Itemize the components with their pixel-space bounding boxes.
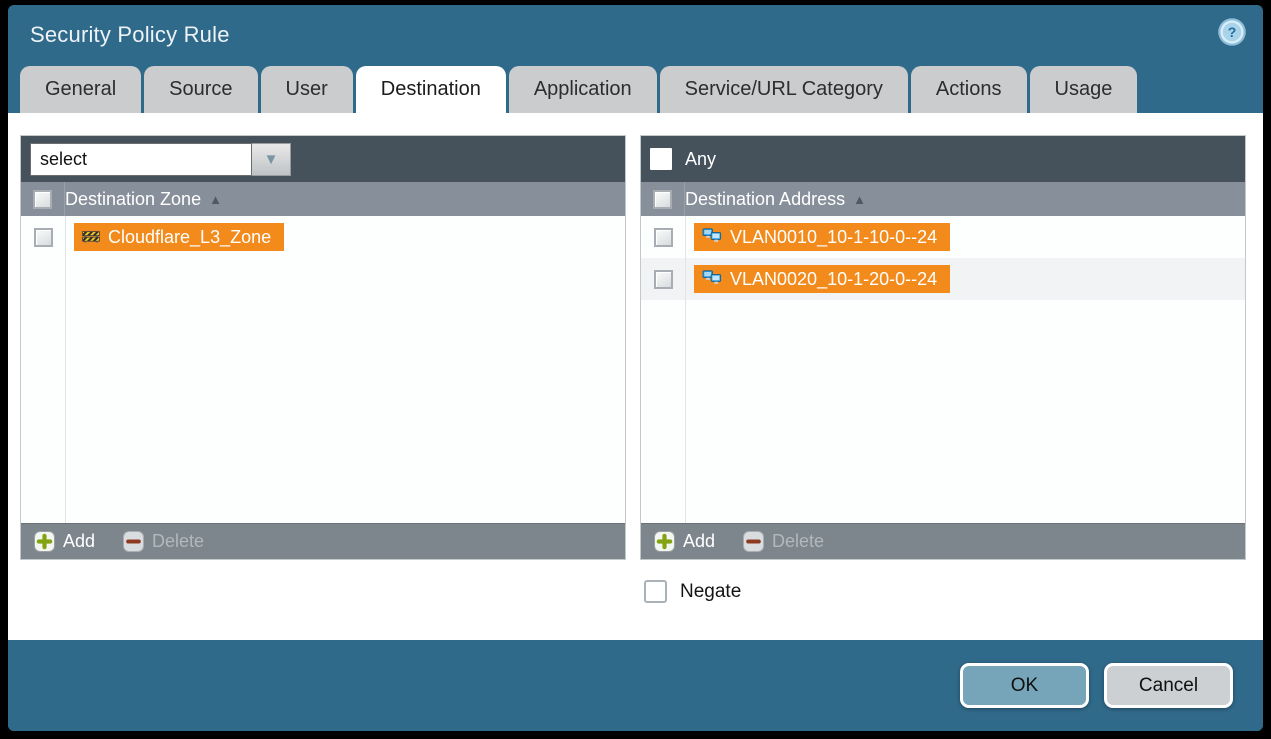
- zone-select-input[interactable]: [30, 143, 252, 176]
- address-select-all-checkbox[interactable]: [653, 190, 672, 209]
- tab-usage[interactable]: Usage: [1030, 66, 1138, 113]
- delete-label: Delete: [772, 531, 824, 552]
- minus-icon: [743, 531, 764, 552]
- network-address-icon: [702, 227, 722, 248]
- destination-tab-content: ▼ Destination Zone ▲: [8, 113, 1263, 640]
- help-icon[interactable]: ?: [1217, 17, 1247, 47]
- any-checkbox[interactable]: [650, 148, 672, 170]
- screen: Security Policy Rule ? General Source Us…: [0, 0, 1271, 739]
- row-checkbox[interactable]: [654, 270, 673, 289]
- negate-label: Negate: [680, 581, 741, 603]
- destination-zone-panel: ▼ Destination Zone ▲: [20, 135, 626, 560]
- network-address-icon: [702, 269, 722, 290]
- add-label: Add: [63, 531, 95, 552]
- tab-destination[interactable]: Destination: [356, 66, 506, 113]
- minus-icon: [123, 531, 144, 552]
- add-address-button[interactable]: Add: [654, 531, 715, 552]
- plus-icon: [34, 531, 55, 552]
- zone-toolbar: Add Delete: [21, 523, 625, 559]
- zone-column-header: Destination Zone ▲: [21, 182, 625, 216]
- negate-checkbox[interactable]: [644, 580, 667, 603]
- zone-list: Cloudflare_L3_Zone: [21, 216, 625, 523]
- row-checkbox-cell: [641, 258, 685, 300]
- negate-row: Negate: [644, 580, 1246, 603]
- address-column-header: Destination Address ▲: [641, 182, 1245, 216]
- plus-icon: [654, 531, 675, 552]
- tab-bar: General Source User Destination Applicat…: [8, 65, 1263, 113]
- cancel-button[interactable]: Cancel: [1104, 663, 1233, 708]
- tab-user[interactable]: User: [261, 66, 353, 113]
- address-select-all-cell: [641, 182, 685, 216]
- security-policy-rule-dialog: Security Policy Rule ? General Source Us…: [8, 5, 1263, 731]
- destination-address-panel: Any Destination Address ▲: [640, 135, 1246, 560]
- zone-column-label: Destination Zone: [65, 189, 201, 210]
- row-checkbox[interactable]: [654, 228, 673, 247]
- add-label: Add: [683, 531, 715, 552]
- zone-select-combo: ▼: [30, 143, 291, 176]
- titlebar: Security Policy Rule ?: [8, 5, 1263, 65]
- chevron-down-icon: ▼: [264, 151, 279, 168]
- address-item-label: VLAN0020_10-1-20-0--24: [730, 269, 937, 290]
- sort-asc-icon[interactable]: ▲: [853, 192, 866, 207]
- dialog-footer: OK Cancel: [8, 640, 1263, 731]
- address-panel-header: Any: [641, 136, 1245, 182]
- add-zone-button[interactable]: Add: [34, 531, 95, 552]
- zone-item-cloudflare-l3-zone[interactable]: Cloudflare_L3_Zone: [74, 223, 284, 251]
- delete-label: Delete: [152, 531, 204, 552]
- address-column-label: Destination Address: [685, 189, 845, 210]
- any-row: Any: [650, 148, 716, 170]
- row-checkbox-cell: [21, 216, 65, 258]
- address-item-label: VLAN0010_10-1-10-0--24: [730, 227, 937, 248]
- tab-service-url-category[interactable]: Service/URL Category: [660, 66, 908, 113]
- zone-icon: [82, 227, 100, 248]
- zone-item-label: Cloudflare_L3_Zone: [108, 227, 271, 248]
- table-row: VLAN0020_10-1-20-0--24: [641, 258, 1245, 300]
- table-row: Cloudflare_L3_Zone: [21, 216, 625, 258]
- zone-select-dropdown-button[interactable]: ▼: [252, 143, 291, 176]
- address-list: VLAN0010_10-1-10-0--24: [641, 216, 1245, 523]
- address-item-vlan0010[interactable]: VLAN0010_10-1-10-0--24: [694, 223, 950, 251]
- tab-application[interactable]: Application: [509, 66, 657, 113]
- delete-address-button[interactable]: Delete: [743, 531, 824, 552]
- delete-zone-button[interactable]: Delete: [123, 531, 204, 552]
- any-label: Any: [685, 149, 716, 170]
- ok-button[interactable]: OK: [960, 663, 1089, 708]
- address-toolbar: Add Delete: [641, 523, 1245, 559]
- tab-general[interactable]: General: [20, 66, 141, 113]
- row-checkbox[interactable]: [34, 228, 53, 247]
- sort-asc-icon[interactable]: ▲: [209, 192, 222, 207]
- table-row: VLAN0010_10-1-10-0--24: [641, 216, 1245, 258]
- column-divider: [685, 216, 686, 523]
- page-title: Security Policy Rule: [30, 22, 230, 48]
- address-item-vlan0020[interactable]: VLAN0020_10-1-20-0--24: [694, 265, 950, 293]
- panels: ▼ Destination Zone ▲: [20, 135, 1246, 560]
- tab-source[interactable]: Source: [144, 66, 257, 113]
- tab-actions[interactable]: Actions: [911, 66, 1027, 113]
- zone-select-all-checkbox[interactable]: [33, 190, 52, 209]
- zone-select-all-cell: [21, 182, 65, 216]
- svg-text:?: ?: [1228, 24, 1237, 40]
- row-checkbox-cell: [641, 216, 685, 258]
- zone-panel-header: ▼: [21, 136, 625, 182]
- column-divider: [65, 216, 66, 523]
